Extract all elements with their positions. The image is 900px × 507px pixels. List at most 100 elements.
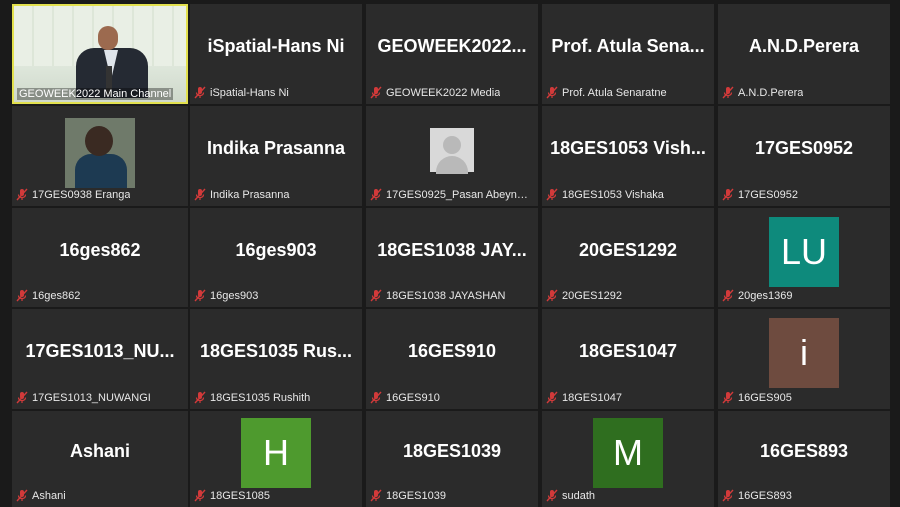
muted-mic-icon <box>370 391 382 404</box>
participant-display-name: 16ges862 <box>59 239 141 260</box>
muted-mic-icon <box>546 289 558 302</box>
participant-label: 17GES0925_Pasan Abeynaya... <box>386 188 534 201</box>
participant-display-name: GEOWEEK2022... <box>377 36 527 56</box>
muted-mic-icon <box>546 489 558 502</box>
participant-label: 18GES1039 <box>386 489 446 502</box>
tile-footer: 18GES1053 Vishaka <box>546 187 664 202</box>
tile-footer: 18GES1047 <box>546 390 622 405</box>
participant-label: GEOWEEK2022 Main Channel <box>17 88 174 100</box>
participant-tile[interactable]: 18GES1039 18GES1039 <box>366 411 538 507</box>
participant-tile[interactable]: GEOWEEK2022 Main Channel <box>12 4 188 104</box>
tile-footer: sudath <box>546 488 595 503</box>
participant-tile[interactable]: 17GES0938 Eranga <box>12 106 188 206</box>
tile-footer: 16GES893 <box>722 488 792 503</box>
participant-tile[interactable]: 18GES1038 JAY... 18GES1038 JAYASHAN <box>366 208 538 307</box>
muted-mic-icon <box>370 188 382 201</box>
participant-label: Ashani <box>32 489 66 502</box>
participant-tile[interactable]: iSpatial-Hans Ni iSpatial-Hans Ni <box>190 4 362 104</box>
muted-mic-icon <box>16 289 28 302</box>
participant-label: 20GES1292 <box>562 289 622 302</box>
participant-tile[interactable]: LU 20ges1369 <box>718 208 890 307</box>
participant-tile[interactable]: 18GES1053 Vish... 18GES1053 Vishaka <box>542 106 714 206</box>
participant-tile[interactable]: 16ges862 16ges862 <box>12 208 188 307</box>
muted-mic-icon <box>16 188 28 201</box>
participant-label: 16ges903 <box>210 289 259 302</box>
muted-mic-icon <box>546 188 558 201</box>
tile-footer: Indika Prasanna <box>194 187 290 202</box>
tile-footer: 16GES910 <box>370 390 440 405</box>
participant-label: 18GES1085 <box>210 489 270 502</box>
tile-footer: 20GES1292 <box>546 288 622 303</box>
tile-footer: 18GES1085 <box>194 488 270 503</box>
muted-mic-icon <box>194 391 206 404</box>
tile-footer: 16GES905 <box>722 390 792 405</box>
participant-label: Prof. Atula Senaratne <box>562 86 667 99</box>
participant-display-name: 17GES0952 <box>754 138 854 158</box>
participant-label: 20ges1369 <box>738 289 793 302</box>
muted-mic-icon <box>722 86 734 99</box>
muted-mic-icon <box>722 391 734 404</box>
initials-avatar: M <box>593 418 663 488</box>
profile-photo <box>65 118 135 188</box>
muted-mic-icon <box>722 489 734 502</box>
participant-tile[interactable]: GEOWEEK2022... GEOWEEK2022 Media <box>366 4 538 104</box>
participant-tile[interactable]: 16GES910 16GES910 <box>366 309 538 409</box>
tile-footer: 17GES0952 <box>722 187 798 202</box>
participant-tile[interactable]: H 18GES1085 <box>190 411 362 507</box>
participant-label: 16GES910 <box>386 391 440 404</box>
participant-tile[interactable]: Ashani Ashani <box>12 411 188 507</box>
participant-display-name: 17GES1013_NU... <box>25 341 175 361</box>
participant-tile[interactable]: 16ges903 16ges903 <box>190 208 362 307</box>
participant-tile[interactable]: i 16GES905 <box>718 309 890 409</box>
participant-tile[interactable]: 17GES0925_Pasan Abeynaya... <box>366 106 538 206</box>
participant-display-name: 18GES1047 <box>578 341 678 361</box>
muted-mic-icon <box>546 86 558 99</box>
tile-footer: Prof. Atula Senaratne <box>546 85 667 100</box>
participant-label: 18GES1038 JAYASHAN <box>386 289 506 302</box>
muted-mic-icon <box>370 86 382 99</box>
participant-tile[interactable]: Prof. Atula Sena... Prof. Atula Senaratne <box>542 4 714 104</box>
participant-tile[interactable]: 18GES1035 Rus... 18GES1035 Rushith <box>190 309 362 409</box>
muted-mic-icon <box>16 391 28 404</box>
participant-tile[interactable]: 20GES1292 20GES1292 <box>542 208 714 307</box>
tile-footer: 18GES1039 <box>370 488 446 503</box>
tile-footer: 18GES1035 Rushith <box>194 390 310 405</box>
participant-display-name: 16GES893 <box>759 441 849 461</box>
participant-label: 17GES1013_NUWANGI <box>32 391 151 404</box>
participant-label: sudath <box>562 489 596 502</box>
participant-label: Indika Prasanna <box>210 188 290 201</box>
muted-mic-icon <box>370 289 382 302</box>
participant-display-name: A.N.D.Perera <box>748 36 860 56</box>
initials-avatar: H <box>241 418 311 488</box>
muted-mic-icon <box>722 289 734 302</box>
participant-tile[interactable]: Msudath <box>542 411 714 507</box>
tile-footer: 20ges1369 <box>722 288 792 303</box>
tile-footer: 17GES0925_Pasan Abeynaya... <box>370 187 534 202</box>
participant-display-name: Prof. Atula Sena... <box>551 36 705 56</box>
participant-tile[interactable]: 17GES0952 17GES0952 <box>718 106 890 206</box>
participant-tile[interactable]: 17GES1013_NU... 17GES1013_NUWANGI <box>12 309 188 409</box>
participant-tile[interactable]: A.N.D.Perera A.N.D.Perera <box>718 4 890 104</box>
muted-mic-icon <box>722 188 734 201</box>
default-avatar-icon <box>430 128 474 174</box>
participant-label: 16GES893 <box>738 489 792 502</box>
video-gallery-grid: GEOWEEK2022 Main Channel iSpatial-Hans Ni… <box>0 0 900 507</box>
participant-display-name: 20GES1292 <box>578 239 678 260</box>
tile-footer: 17GES0938 Eranga <box>16 187 130 202</box>
initials-avatar: i <box>769 318 839 388</box>
participant-label: 16GES905 <box>738 391 792 404</box>
tile-footer: 16ges903 <box>194 288 258 303</box>
participant-display-name: 18GES1038 JAY... <box>377 239 527 260</box>
tile-footer: 16ges862 <box>16 288 80 303</box>
muted-mic-icon <box>194 188 206 201</box>
tile-footer: Ashani <box>16 488 66 503</box>
participant-tile[interactable]: 16GES893 16GES893 <box>718 411 890 507</box>
muted-mic-icon <box>194 86 206 99</box>
participant-label: 18GES1035 Rushith <box>210 391 311 404</box>
participant-tile[interactable]: 18GES1047 18GES1047 <box>542 309 714 409</box>
participant-label: iSpatial-Hans Ni <box>210 86 289 99</box>
muted-mic-icon <box>370 489 382 502</box>
tile-footer: GEOWEEK2022 Media <box>370 85 500 100</box>
muted-mic-icon <box>546 391 558 404</box>
participant-tile[interactable]: Indika Prasanna Indika Prasanna <box>190 106 362 206</box>
